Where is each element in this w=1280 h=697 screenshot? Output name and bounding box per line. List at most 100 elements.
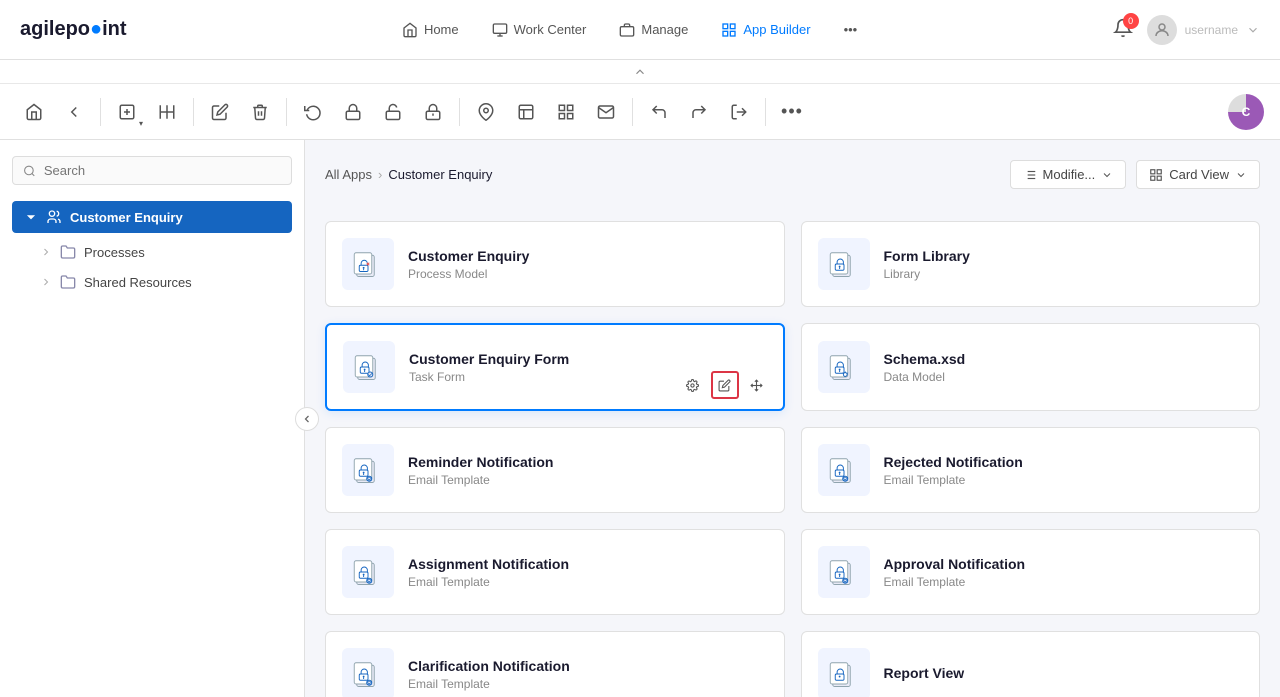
toolbar-share-button[interactable]	[681, 94, 717, 130]
card-settings-button[interactable]	[679, 371, 707, 399]
toolbar-overflow-button[interactable]: •••	[774, 94, 810, 130]
toolbar-divider-4	[459, 98, 460, 126]
toolbar-divider-3	[286, 98, 287, 126]
people-icon	[46, 209, 62, 225]
sidebar-item-processes[interactable]: Processes	[28, 237, 292, 267]
sidebar-item-customer-enquiry[interactable]: Customer Enquiry	[12, 201, 292, 233]
grid-icon	[721, 22, 737, 38]
card-title: Assignment Notification	[408, 556, 768, 572]
toolbar-signout-button[interactable]	[721, 94, 757, 130]
card-info: Clarification Notification Email Templat…	[408, 658, 768, 691]
chevron-down-icon	[1235, 169, 1247, 181]
toolbar: ▾ •••	[0, 84, 1280, 140]
card-edit-button[interactable]	[711, 371, 739, 399]
sidebar: Customer Enquiry Processes Shared Resour…	[0, 140, 305, 697]
search-input[interactable]	[44, 163, 281, 178]
toolbar-layout2-button[interactable]	[548, 94, 584, 130]
notification-button[interactable]: 0	[1113, 18, 1133, 41]
card-title: Clarification Notification	[408, 658, 768, 674]
card-assignment-notification[interactable]: Assignment Notification Email Template	[325, 529, 785, 615]
nav-manage[interactable]: Manage	[605, 14, 702, 46]
toolbar-divider-1	[100, 98, 101, 126]
card-customer-enquiry[interactable]: Customer Enquiry Process Model	[325, 221, 785, 307]
logo[interactable]: agilepo●int	[20, 18, 127, 41]
toolbar-lock1-button[interactable]	[335, 94, 371, 130]
sort-dropdown[interactable]: Modifie...	[1010, 160, 1127, 189]
search-box[interactable]	[12, 156, 292, 185]
cards-grid: Customer Enquiry Process Model Form Libr…	[325, 221, 1260, 697]
toolbar-columns-button[interactable]	[149, 94, 185, 130]
card-title: Reminder Notification	[408, 454, 768, 470]
notification-badge: 0	[1123, 13, 1139, 29]
card-customer-enquiry-form[interactable]: Customer Enquiry Form Task Form	[325, 323, 785, 411]
card-subtitle: Process Model	[408, 267, 768, 281]
sidebar-collapse-button[interactable]	[295, 407, 319, 431]
user-menu[interactable]: username	[1147, 15, 1260, 45]
card-subtitle: Email Template	[884, 473, 1244, 487]
view-dropdown[interactable]: Card View	[1136, 160, 1260, 189]
ellipsis-icon: •••	[844, 22, 858, 37]
card-form-library[interactable]: Form Library Library	[801, 221, 1261, 307]
view-controls: Modifie... Card View	[1010, 160, 1260, 189]
card-info: Rejected Notification Email Template	[884, 454, 1244, 487]
card-report-view[interactable]: Report View	[801, 631, 1261, 697]
breadcrumb-parent[interactable]: All Apps	[325, 167, 372, 182]
grid-view-icon	[1149, 168, 1163, 182]
chevron-up-icon	[633, 65, 647, 79]
card-clarification-notification[interactable]: Clarification Notification Email Templat…	[325, 631, 785, 697]
card-subtitle: Data Model	[884, 370, 1244, 384]
chevron-down-icon	[24, 210, 38, 224]
toolbar-edit-button[interactable]	[202, 94, 238, 130]
breadcrumb-separator: ›	[378, 167, 382, 182]
sidebar-item-shared[interactable]: Shared Resources	[28, 267, 292, 297]
logo-text: agilepo●int	[20, 18, 127, 41]
chevron-down-icon	[1246, 23, 1260, 37]
sort-icon	[1023, 168, 1037, 182]
card-icon	[342, 238, 394, 290]
nav-home[interactable]: Home	[388, 14, 473, 46]
toolbar-email-button[interactable]	[588, 94, 624, 130]
toolbar-divider-6	[765, 98, 766, 126]
nav-appbuilder[interactable]: App Builder	[707, 14, 824, 46]
card-icon	[818, 238, 870, 290]
toolbar-layout1-button[interactable]	[508, 94, 544, 130]
avatar	[1147, 15, 1177, 45]
toolbar-delete-button[interactable]	[242, 94, 278, 130]
card-rejected-notification[interactable]: Rejected Notification Email Template	[801, 427, 1261, 513]
nav-more[interactable]: •••	[830, 14, 872, 45]
folder-icon	[60, 274, 76, 290]
card-title: Form Library	[884, 248, 1244, 264]
folder-icon	[60, 244, 76, 260]
card-info: Report View	[884, 665, 1244, 684]
card-icon	[818, 648, 870, 697]
card-title: Approval Notification	[884, 556, 1244, 572]
toolbar-history-button[interactable]	[295, 94, 331, 130]
toolbar-unlock-button[interactable]	[375, 94, 411, 130]
card-info: Assignment Notification Email Template	[408, 556, 768, 589]
toolbar-home-button[interactable]	[16, 94, 52, 130]
card-move-button[interactable]	[743, 371, 771, 399]
card-info: Customer Enquiry Process Model	[408, 248, 768, 281]
toolbar-location-button[interactable]	[468, 94, 504, 130]
toolbar-lock-export-button[interactable]	[415, 94, 451, 130]
card-info: Reminder Notification Email Template	[408, 454, 768, 487]
card-title: Customer Enquiry	[408, 248, 768, 264]
card-schema[interactable]: Schema.xsd Data Model	[801, 323, 1261, 411]
nav-workcenter[interactable]: Work Center	[478, 14, 601, 46]
main-layout: Customer Enquiry Processes Shared Resour…	[0, 140, 1280, 697]
toolbar-back-button[interactable]	[56, 94, 92, 130]
toolbar-divider-5	[632, 98, 633, 126]
toolbar-new-button[interactable]: ▾	[109, 94, 145, 130]
ellipsis-icon: •••	[781, 101, 803, 122]
card-icon	[342, 444, 394, 496]
card-title: Schema.xsd	[884, 351, 1244, 367]
toolbar-reply-button[interactable]	[641, 94, 677, 130]
card-title: Rejected Notification	[884, 454, 1244, 470]
card-approval-notification[interactable]: Approval Notification Email Template	[801, 529, 1261, 615]
collapse-bar[interactable]	[0, 60, 1280, 84]
sidebar-wrapper: Customer Enquiry Processes Shared Resour…	[0, 140, 305, 697]
loading-spinner: C	[1228, 94, 1264, 130]
card-info: Approval Notification Email Template	[884, 556, 1244, 589]
card-reminder-notification[interactable]: Reminder Notification Email Template	[325, 427, 785, 513]
card-icon	[342, 648, 394, 697]
